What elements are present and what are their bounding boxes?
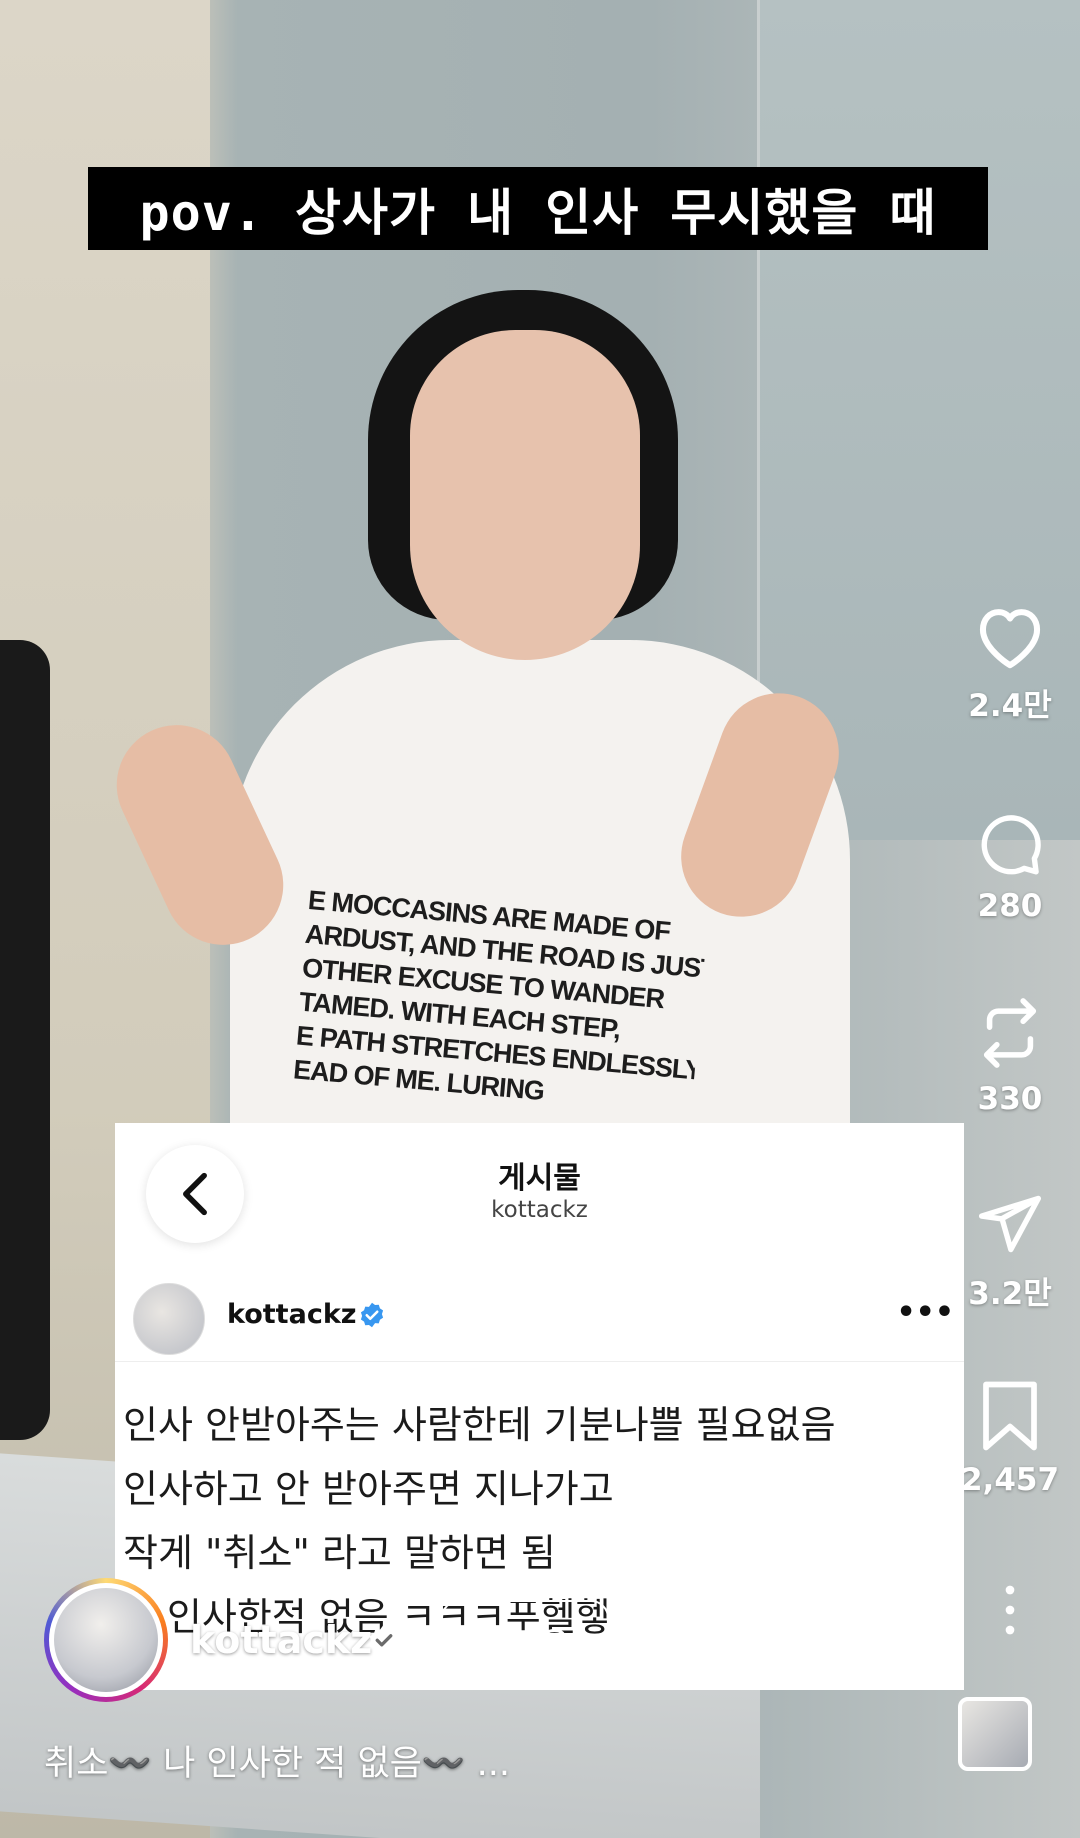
send-icon: [978, 1195, 1042, 1253]
follow-button[interactable]: 팔로우: [441, 1600, 609, 1683]
post-header: 게시물 kottackz: [115, 1123, 964, 1273]
post-subtitle: kottackz: [491, 1197, 588, 1223]
person-face: [410, 330, 640, 660]
avatar-photo: [54, 1588, 158, 1692]
post-line: 작게 "취소" 라고 말하면 됨: [123, 1531, 556, 1575]
comment-count: 280: [977, 888, 1043, 924]
author-avatar[interactable]: [133, 1283, 205, 1355]
profile-handle[interactable]: kottackz: [190, 1618, 372, 1662]
heart-icon: [979, 609, 1041, 669]
verified-badge-icon: [369, 1624, 399, 1656]
verified-badge-icon: [360, 1302, 384, 1328]
like-button[interactable]: 2.4만: [940, 600, 1080, 725]
more-vertical-icon: [1005, 1585, 1015, 1635]
like-count: 2.4만: [968, 688, 1052, 724]
comment-button[interactable]: 280: [940, 810, 1080, 924]
comment-icon: [981, 815, 1041, 875]
side-person: [0, 640, 50, 1440]
bookmark-icon: [983, 1381, 1037, 1451]
author-name[interactable]: kottackz: [227, 1299, 357, 1330]
post-author-row: kottackz •••: [115, 1273, 964, 1362]
post-line: 인사 안받아주는 사람한테 기분나쁠 필요없음: [123, 1403, 836, 1447]
video-caption-banner: pov. 상사가 내 인사 무시했을 때: [88, 167, 988, 250]
shirt-print: E MOCCASINS ARE MADE OF ARDUST, AND THE …: [292, 883, 708, 1121]
repost-button[interactable]: 330: [940, 995, 1080, 1117]
audio-thumbnail[interactable]: [958, 1697, 1032, 1771]
repost-count: 330: [977, 1081, 1043, 1117]
post-more-button[interactable]: •••: [896, 1295, 954, 1330]
post-title: 게시물: [498, 1161, 581, 1196]
repost-icon: [983, 998, 1037, 1068]
profile-avatar[interactable]: [44, 1578, 168, 1702]
caption-text: pov. 상사가 내 인사 무시했을 때: [139, 183, 937, 242]
post-line: 인사하고 안 받아주면 지나가고: [123, 1467, 614, 1511]
reel-description[interactable]: 취소〰️ 나 인사한 적 없음〰️ ...: [44, 1735, 510, 1786]
